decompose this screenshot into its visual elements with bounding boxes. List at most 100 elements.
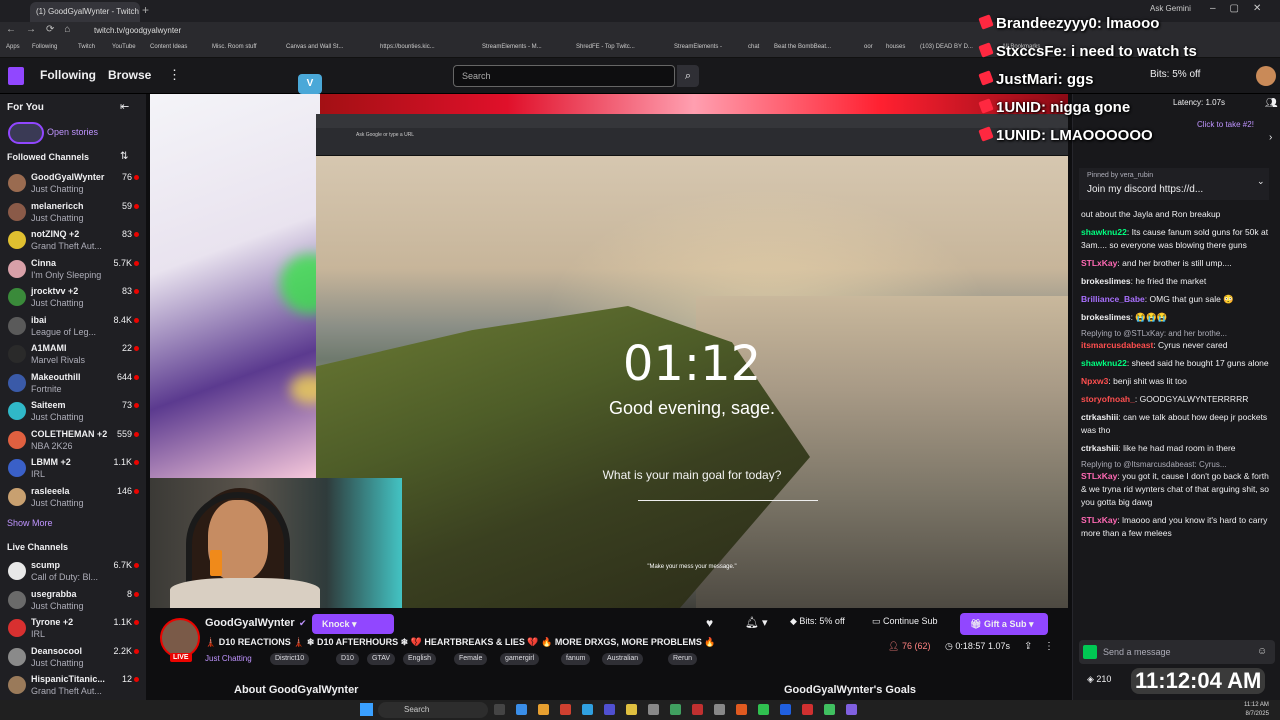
stream-tag[interactable]: Female [454,653,488,665]
taskbar-app-icon[interactable] [538,704,549,715]
streamer-avatar[interactable] [160,618,200,658]
stream-tag[interactable]: gamergirl [500,653,540,665]
bookmark-item[interactable]: YouTube [112,44,136,50]
open-stories-link[interactable]: Open stories [47,127,98,137]
taskbar-app-icon[interactable] [516,704,527,715]
bookmark-item[interactable]: Apps [6,44,20,50]
os-search-input[interactable]: Search [378,702,488,718]
share-icon[interactable]: ⇪ [1024,641,1032,652]
stream-tag[interactable]: fanum [561,653,591,665]
bookmark-item[interactable]: Content Ideas [150,44,187,50]
sidebar-channel[interactable]: melanericch Just Chatting 59 [0,199,146,227]
browse-link[interactable]: Browse [108,68,151,82]
stream-tag[interactable]: D10 [336,653,359,665]
continue-sub-button[interactable]: ▭ Continue Sub [872,616,938,627]
taskbar-app-icon[interactable] [780,704,791,715]
chat-username[interactable]: brokeslimes [1081,312,1131,322]
streamer-name[interactable]: GoodGyalWynter [205,617,295,629]
bookmark-item[interactable]: Misc. Room stuff [212,44,257,50]
sidebar-channel[interactable]: Cinna I'm Only Sleeping 5.7K [0,256,146,284]
chat-username[interactable]: STLxKay [1081,515,1117,525]
bookmark-item[interactable]: houses [886,44,905,50]
sidebar-channel[interactable]: Tyrone +2 IRL 1.1K [0,615,146,643]
category-link[interactable]: Just Chatting [205,654,252,663]
knock-button[interactable]: Knock ▾ [312,614,394,634]
taskbar-app-icon[interactable] [714,704,725,715]
pinned-text[interactable]: Join my discord https://d... [1087,184,1203,195]
collapse-sidebar-icon[interactable]: ⇤ [120,100,129,113]
sort-icon[interactable]: ⇅ [120,151,128,162]
bookmark-item[interactable]: Beat the BombBeat... [774,44,831,50]
bookmark-item[interactable]: ShredFE - Top Twitc... [576,44,635,50]
emote-icon[interactable]: ☺ [1257,646,1267,657]
bookmark-item[interactable]: Twitch [78,44,95,50]
chat-username[interactable]: ctrkashiii [1081,443,1118,453]
sidebar-channel[interactable]: scump Call of Duty: Bl... 6.7K [0,558,146,586]
sidebar-channel[interactable]: usegrabba Just Chatting 8 [0,587,146,615]
chat-username[interactable]: storyofnoah_ [1081,394,1135,404]
more-options-icon[interactable]: ⋮ [1044,641,1054,652]
bits-offer-button[interactable]: ◆ Bits: 5% off [790,616,845,627]
sidebar-channel[interactable]: LBMM +2 IRL 1.1K [0,455,146,483]
sidebar-channel[interactable]: Makeouthill Fortnite 644 [0,370,146,398]
chat-username[interactable]: Npxw3 [1081,376,1108,386]
chat-username[interactable]: STLxKay [1081,258,1117,268]
chat-username[interactable]: ctrkashiii [1081,412,1118,422]
stream-tag[interactable]: GTAV [367,653,396,665]
windows-start-icon[interactable] [360,703,373,716]
new-tab-icon[interactable]: + [142,3,149,17]
chat-username[interactable]: itsmarcusdabeast [1081,340,1153,350]
following-link[interactable]: Following [40,68,96,82]
sidebar-channel[interactable]: ibai League of Leg... 8.4K [0,313,146,341]
sidebar-channel[interactable]: GoodGyalWynter Just Chatting 76 [0,170,146,198]
video-player[interactable]: Ask Google or type a URL 01:12 Good even… [150,94,1068,608]
follow-heart-icon[interactable]: ♥ [706,616,713,630]
chat-username[interactable]: brokeslimes [1081,276,1131,286]
chat-username[interactable]: STLxKay [1081,471,1117,481]
browser-tab[interactable]: (1) GoodGyalWynter - Twitch [30,2,140,22]
search-input[interactable]: Search [453,65,675,87]
taskbar-app-icon[interactable] [692,704,703,715]
taskbar-app-icon[interactable] [626,704,637,715]
more-menu-icon[interactable]: ⋮ [168,67,181,83]
sidebar-channel[interactable]: COLETHEMAN +2 NBA 2K26 559 [0,427,146,455]
chat-badge-icon[interactable] [1083,645,1097,659]
bookmark-item[interactable]: Canvas and Wall St... [286,44,343,50]
show-more-link[interactable]: Show More [7,518,53,528]
taskbar-app-icon[interactable] [670,704,681,715]
sidebar-channel[interactable]: notZINQ +2 Grand Theft Aut... 83 [0,227,146,255]
twitch-logo-icon[interactable] [8,67,24,85]
channel-points[interactable]: ◈ 210 [1087,674,1111,685]
chevron-down-icon[interactable]: ⌄ [1257,176,1265,187]
taskbar-app-icon[interactable] [648,704,659,715]
bookmark-item[interactable]: Following [32,44,57,50]
bookmark-item[interactable]: StreamElements - M... [482,44,542,50]
sidebar-channel[interactable]: Saiteem Just Chatting 73 [0,398,146,426]
sidebar-channel[interactable]: rasleeela Just Chatting 146 [0,484,146,512]
bookmark-item[interactable]: StreamElements - [674,44,722,50]
taskbar-app-icon[interactable] [604,704,615,715]
taskbar-app-icon[interactable] [582,704,593,715]
stories-avatars[interactable] [8,122,44,144]
chat-username[interactable]: Brilliance_Babe [1081,294,1145,304]
stream-tag[interactable]: District10 [270,653,310,665]
sidebar-channel[interactable]: jrocktvv +2 Just Chatting 83 [0,284,146,312]
nav-buttons-icon[interactable]: ←→⟳⌂ [6,24,80,35]
chat-username[interactable]: shawknu22 [1081,358,1127,368]
taskbar-app-icon[interactable] [758,704,769,715]
taskbar-app-icon[interactable] [846,704,857,715]
taskbar-app-icon[interactable] [824,704,835,715]
taskbar-app-icon[interactable] [736,704,747,715]
chat-input[interactable]: Send a message [1079,640,1275,664]
stream-tag[interactable]: English [403,653,436,665]
bookmark-item[interactable]: (103) DEAD BY D... [920,44,973,50]
taskbar-app-icon[interactable] [560,704,571,715]
gift-sub-button[interactable]: 🎁︎ Gift a Sub ▾ [960,613,1048,635]
sidebar-channel[interactable]: Deansocool Just Chatting 2.2K [0,644,146,672]
address-input[interactable]: twitch.tv/goodgyalwynter [84,24,1084,38]
search-icon[interactable]: ⌕ [677,65,699,87]
bookmark-item[interactable]: oor [864,44,873,50]
stream-tag[interactable]: Rerun [668,653,698,665]
sidebar-channel[interactable]: A1MAMI Marvel Rivals 22 [0,341,146,369]
bookmark-item[interactable]: chat [748,44,759,50]
